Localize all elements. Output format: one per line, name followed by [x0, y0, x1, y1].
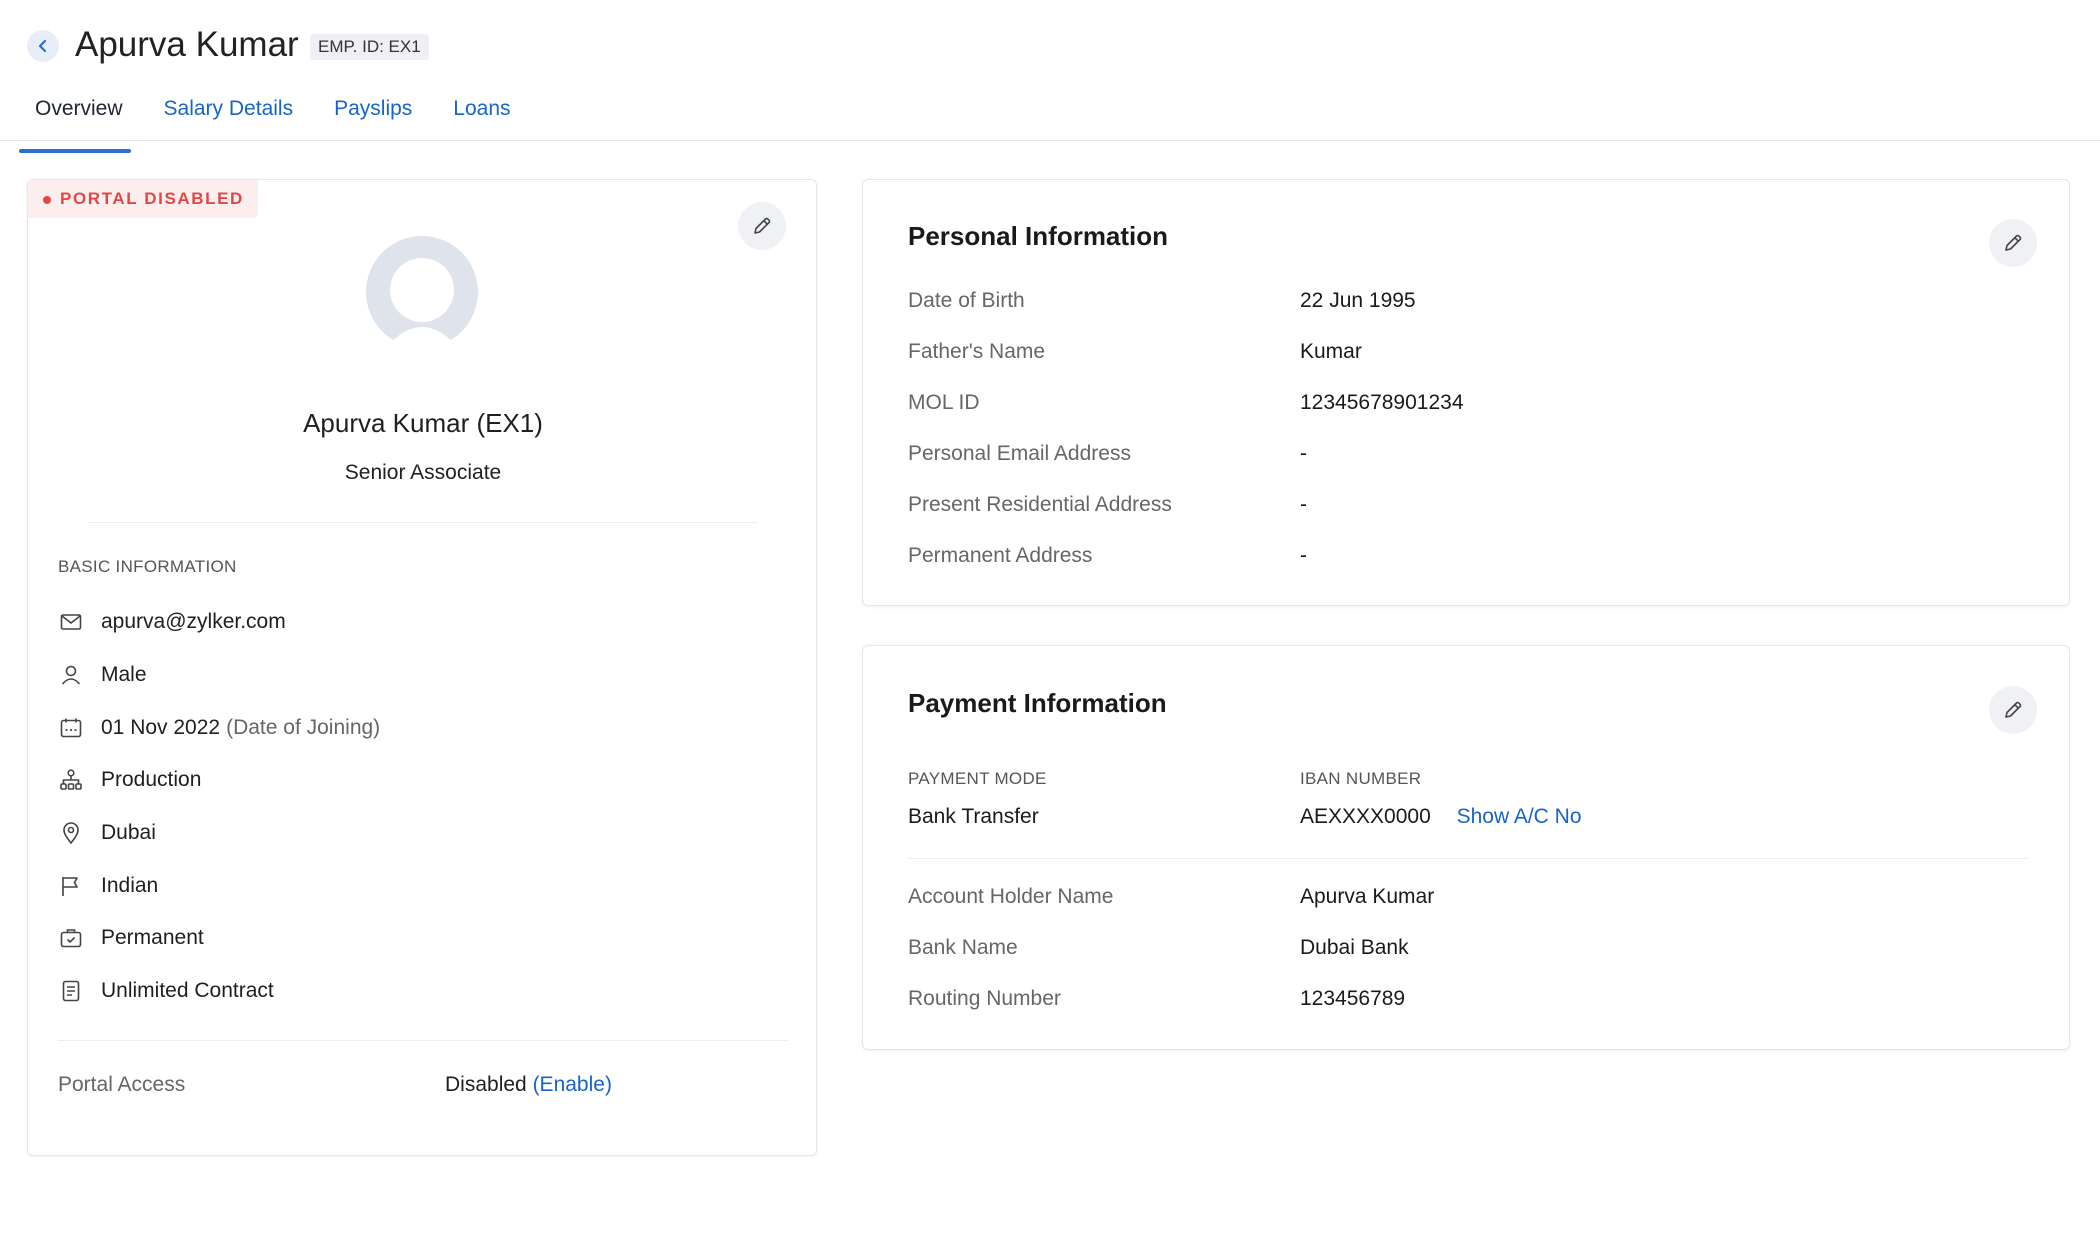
nationality-value: Indian	[101, 874, 159, 897]
document-icon	[58, 978, 84, 1004]
personal-email-label: Personal Email Address	[908, 442, 1131, 465]
employee-name: Apurva Kumar (EX1)	[303, 408, 543, 438]
person-icon	[58, 662, 84, 688]
department-row: Production	[58, 765, 201, 795]
payment-information-card: Payment Information PAYMENT MODE Bank Tr…	[862, 645, 2070, 1050]
email-row: apurva@zylker.com	[58, 607, 286, 637]
portal-access-status: Disabled	[445, 1073, 527, 1096]
mol-id-label: MOL ID	[908, 391, 980, 414]
tab-salary-details[interactable]: Salary Details	[164, 90, 294, 141]
calendar-icon	[58, 715, 84, 741]
payment-information-title: Payment Information	[908, 688, 1167, 718]
enable-portal-link[interactable]: (Enable)	[533, 1073, 612, 1096]
joining-date-value: 01 Nov 2022	[101, 716, 221, 739]
flag-icon	[58, 873, 84, 899]
date-of-birth-value: 22 Jun 1995	[1300, 289, 1416, 312]
pencil-icon	[754, 217, 771, 234]
mail-icon	[58, 609, 84, 635]
divider	[58, 1040, 788, 1041]
tab-payslips[interactable]: Payslips	[334, 90, 412, 141]
contract-type-row: Unlimited Contract	[58, 976, 274, 1006]
mol-id-value: 12345678901234	[1300, 391, 1464, 414]
department-value: Production	[101, 768, 202, 791]
personal-information-title: Personal Information	[908, 221, 1169, 251]
location-row: Dubai	[58, 818, 156, 848]
account-holder-value: Apurva Kumar	[1300, 885, 1435, 908]
payment-mode-label: PAYMENT MODE	[908, 769, 1047, 788]
divider	[88, 522, 758, 523]
routing-number-label: Routing Number	[908, 987, 1061, 1010]
show-account-number-link[interactable]: Show A/C No	[1457, 805, 1582, 828]
iban-label: IBAN NUMBER	[1300, 769, 1422, 788]
permanent-address-value: -	[1300, 544, 1307, 567]
portal-access-value: Disabled (Enable)	[445, 1073, 612, 1097]
location-pin-icon	[58, 820, 84, 846]
personal-information-card: Personal Information Date of Birth 22 Ju…	[862, 179, 2070, 606]
payment-mode-value: Bank Transfer	[908, 805, 1039, 828]
page-title: Apurva Kumar	[75, 25, 299, 64]
avatar	[366, 236, 478, 350]
fathers-name-value: Kumar	[1300, 340, 1362, 363]
employment-type-value: Permanent	[101, 926, 204, 949]
bank-name-label: Bank Name	[908, 936, 1018, 959]
edit-personal-info-button[interactable]	[1989, 219, 2037, 267]
bank-name-value: Dubai Bank	[1300, 936, 1409, 959]
employee-id-badge: EMP. ID: EX1	[310, 34, 429, 60]
contract-type-value: Unlimited Contract	[101, 979, 274, 1002]
edit-payment-info-button[interactable]	[1989, 686, 2037, 734]
chevron-left-icon	[38, 39, 47, 53]
present-address-value: -	[1300, 493, 1307, 516]
briefcase-icon	[58, 925, 84, 951]
present-address-label: Present Residential Address	[908, 493, 1172, 516]
gender-row: Male	[58, 660, 147, 690]
org-chart-icon	[58, 767, 84, 793]
profile-card: PORTAL DISABLED Apurva Kumar (EX1) Senio…	[27, 179, 817, 1156]
gender-value: Male	[101, 663, 147, 686]
back-button[interactable]	[27, 30, 59, 62]
fathers-name-label: Father's Name	[908, 340, 1046, 363]
permanent-address-label: Permanent Address	[908, 544, 1093, 567]
edit-profile-button[interactable]	[738, 202, 786, 250]
tab-bar: Overview Salary Details Payslips Loans	[19, 90, 552, 153]
iban-value: AEXXXX0000	[1300, 805, 1431, 828]
divider	[908, 858, 2028, 859]
location-value: Dubai	[101, 821, 156, 844]
portal-status-badge: PORTAL DISABLED	[28, 180, 258, 218]
pencil-icon	[2005, 234, 2022, 251]
date-of-birth-label: Date of Birth	[908, 289, 1025, 312]
pencil-icon	[2005, 701, 2022, 718]
joining-date-note: (Date of Joining)	[226, 716, 381, 739]
iban-value-row: AEXXXX0000 Show A/C No	[1300, 805, 1582, 829]
page-header: Apurva Kumar EMP. ID: EX1 Overview Salar…	[0, 0, 2100, 153]
portal-access-label: Portal Access	[58, 1073, 186, 1096]
joining-date-row: 01 Nov 2022 (Date of Joining)	[58, 713, 380, 743]
employee-designation: Senior Associate	[344, 461, 502, 484]
tab-loans[interactable]: Loans	[453, 90, 510, 141]
tab-overview[interactable]: Overview	[19, 90, 131, 153]
basic-information-heading: BASIC INFORMATION	[58, 557, 237, 576]
employment-type-row: Permanent	[58, 923, 204, 953]
email-value: apurva@zylker.com	[101, 610, 286, 633]
routing-number-value: 123456789	[1300, 987, 1406, 1010]
nationality-row: Indian	[58, 871, 158, 901]
personal-email-value: -	[1300, 442, 1307, 465]
account-holder-label: Account Holder Name	[908, 885, 1114, 908]
